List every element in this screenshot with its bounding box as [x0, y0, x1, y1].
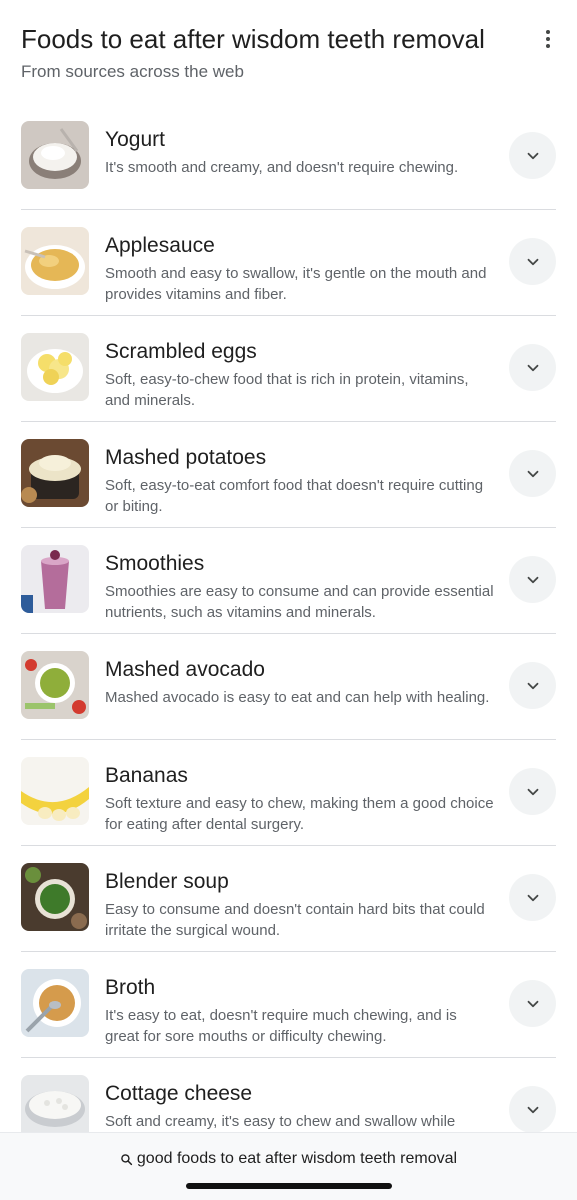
- item-name: Smoothies: [105, 552, 205, 575]
- food-thumbnail-applesauce: [21, 227, 89, 295]
- list-item[interactable]: Mashed potatoes Soft, easy-to-eat comfor…: [21, 422, 556, 528]
- food-thumbnail-broth: [21, 969, 89, 1037]
- home-indicator[interactable]: [186, 1183, 392, 1189]
- food-thumbnail-scrambled-eggs: [21, 333, 89, 401]
- expand-button[interactable]: [509, 874, 556, 921]
- item-name: Applesauce: [105, 234, 215, 257]
- list-item[interactable]: Smoothies Smoothies are easy to consume …: [21, 528, 556, 634]
- food-thumbnail-bananas: [21, 757, 89, 825]
- chevron-down-icon: [527, 152, 538, 159]
- expand-button[interactable]: [509, 980, 556, 1027]
- list-item[interactable]: Applesauce Smooth and easy to swallow, i…: [21, 210, 556, 316]
- item-name: Blender soup: [105, 870, 229, 893]
- list-item[interactable]: Bananas Soft texture and easy to chew, m…: [21, 740, 556, 846]
- item-description: Soft, easy-to-chew food that is rich in …: [105, 371, 469, 409]
- item-name: Broth: [105, 976, 156, 999]
- page-title: Foods to eat after wisdom teeth removal: [21, 24, 485, 54]
- item-description: It's easy to eat, doesn't require much c…: [105, 1007, 457, 1045]
- expand-button[interactable]: [509, 238, 556, 285]
- item-description: Smoothies are easy to consume and can pr…: [105, 583, 494, 621]
- item-description: It's smooth and creamy, and doesn't requ…: [105, 159, 459, 176]
- item-name: Yogurt: [105, 128, 165, 151]
- item-description: Easy to consume and doesn't contain hard…: [105, 901, 485, 939]
- food-list: Yogurt It's smooth and creamy, and doesn…: [21, 104, 556, 1164]
- food-thumbnail-mashed-avocado: [21, 651, 89, 719]
- chevron-down-icon: [527, 1106, 538, 1113]
- chevron-down-icon: [527, 894, 538, 901]
- list-item[interactable]: Blender soup Easy to consume and doesn't…: [21, 846, 556, 952]
- search-icon: [121, 1153, 133, 1165]
- chevron-down-icon: [527, 470, 538, 477]
- list-item[interactable]: Mashed avocado Mashed avocado is easy to…: [21, 634, 556, 740]
- page: Foods to eat after wisdom teeth removal …: [0, 0, 577, 1200]
- expand-button[interactable]: [509, 344, 556, 391]
- list-item[interactable]: Broth It's easy to eat, doesn't require …: [21, 952, 556, 1058]
- item-description: Soft texture and easy to chew, making th…: [105, 795, 494, 833]
- chevron-down-icon: [527, 576, 538, 583]
- expand-button[interactable]: [509, 556, 556, 603]
- food-thumbnail-mashed-potatoes: [21, 439, 89, 507]
- item-name: Scrambled eggs: [105, 340, 257, 363]
- item-name: Mashed avocado: [105, 658, 265, 681]
- expand-button[interactable]: [509, 768, 556, 815]
- search-query-chip[interactable]: good foods to eat after wisdom teeth rem…: [0, 1147, 577, 1171]
- item-description: Smooth and easy to swallow, it's gentle …: [105, 265, 487, 303]
- expand-button[interactable]: [509, 662, 556, 709]
- food-thumbnail-yogurt: [21, 121, 89, 189]
- bottom-search-bar: good foods to eat after wisdom teeth rem…: [0, 1132, 577, 1200]
- header: Foods to eat after wisdom teeth removal …: [21, 22, 561, 92]
- chevron-down-icon: [527, 788, 538, 795]
- item-description: Soft, easy-to-eat comfort food that does…: [105, 477, 484, 515]
- expand-button[interactable]: [509, 450, 556, 497]
- more-vert-icon[interactable]: [536, 27, 560, 51]
- item-name: Bananas: [105, 764, 188, 787]
- list-item[interactable]: Scrambled eggs Soft, easy-to-chew food t…: [21, 316, 556, 422]
- item-name: Cottage cheese: [105, 1082, 253, 1105]
- chevron-down-icon: [527, 364, 538, 371]
- chevron-down-icon: [527, 258, 538, 265]
- list-item[interactable]: Yogurt It's smooth and creamy, and doesn…: [21, 104, 556, 210]
- page-subtitle: From sources across the web: [21, 62, 244, 81]
- food-thumbnail-blender-soup: [21, 863, 89, 931]
- food-thumbnail-smoothies: [21, 545, 89, 613]
- chevron-down-icon: [527, 682, 538, 689]
- expand-button[interactable]: [509, 1086, 556, 1133]
- item-description: Mashed avocado is easy to eat and can he…: [105, 689, 490, 706]
- chevron-down-icon: [527, 1000, 538, 1007]
- search-query-text: good foods to eat after wisdom teeth rem…: [136, 1150, 458, 1167]
- item-name: Mashed potatoes: [105, 446, 267, 469]
- expand-button[interactable]: [509, 132, 556, 179]
